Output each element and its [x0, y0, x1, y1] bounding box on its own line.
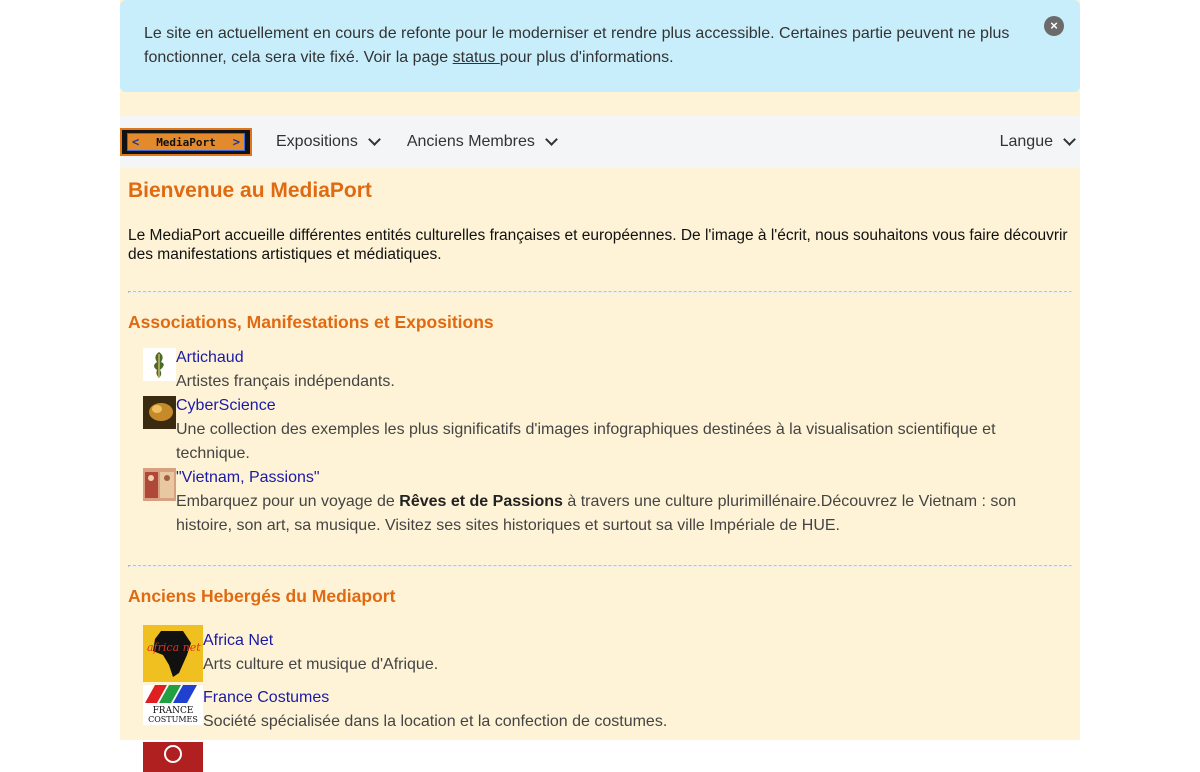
africa-net-logo-text: africa net — [147, 641, 201, 654]
associations-list: Artichaud Artistes français indépendants… — [128, 346, 1072, 538]
france-costumes-logo-text-2: COSTUMES — [148, 715, 198, 724]
nav-langue[interactable]: Langue — [999, 133, 1076, 151]
artichaud-thumbnail-icon — [143, 348, 176, 381]
vietnam-desc: Embarquez pour un voyage de Rêves et de … — [176, 490, 1072, 538]
refonte-alert: Le site en actuellement en cours de refo… — [120, 0, 1080, 92]
nav-langue-label: Langue — [999, 133, 1053, 150]
nav-expositions-label: Expositions — [276, 133, 358, 150]
cyberscience-desc: Une collection des exemples les plus sig… — [176, 421, 996, 462]
mediaport-logo[interactable]: < MediaPort > — [120, 128, 252, 156]
anciens-heberges-list: africa net Africa Net Arts culture et mu… — [128, 625, 1072, 772]
section-divider — [128, 565, 1072, 567]
chevron-down-icon — [1063, 133, 1076, 146]
list-item-france-costumes: FRANCE COSTUMES France Costumes Société … — [128, 685, 1072, 734]
main-navbar: < MediaPort > Expositions Anciens Membre… — [120, 116, 1080, 168]
africa-net-desc: Arts culture et musique d'Afrique. — [203, 656, 439, 673]
vietnam-desc-bold: Rêves et de Passions — [399, 493, 563, 510]
cyberscience-link[interactable]: CyberScience — [176, 397, 276, 414]
status-link[interactable]: status — [453, 49, 500, 66]
section-divider — [128, 291, 1072, 293]
africa-net-logo-icon: africa net — [143, 625, 203, 682]
main-content: Bienvenue au MediaPort Le MediaPort accu… — [128, 168, 1072, 772]
page-title: Bienvenue au MediaPort — [128, 179, 372, 202]
list-item-cyberscience: CyberScience Une collection des exemples… — [128, 394, 1072, 466]
alert-text-after: pour plus d'informations. — [499, 49, 674, 66]
logo-left-arrow-icon: < — [132, 135, 140, 149]
vietnam-desc-before: Embarquez pour un voyage de — [176, 493, 400, 510]
list-item-africa-net: africa net Africa Net Arts culture et mu… — [128, 625, 1072, 682]
artichaud-desc: Artistes français indépendants. — [176, 373, 395, 390]
logo-right-arrow-icon: > — [232, 135, 240, 149]
logo-text: MediaPort — [156, 135, 216, 149]
list-item-artichaud: Artichaud Artistes français indépendants… — [128, 346, 1072, 394]
list-item-partial — [128, 742, 1072, 772]
nav-expositions[interactable]: Expositions — [276, 133, 381, 151]
list-item-vietnam: "Vietnam, Passions" Embarquez pour un vo… — [128, 466, 1072, 538]
africa-net-link[interactable]: Africa Net — [203, 632, 273, 649]
close-icon[interactable]: × — [1044, 16, 1064, 36]
partial-logo-icon — [143, 742, 203, 772]
chevron-down-icon — [545, 133, 558, 146]
intro-text: Le MediaPort accueille différentes entit… — [128, 227, 1068, 263]
chevron-down-icon — [367, 133, 381, 146]
nav-anciens-membres-label: Anciens Membres — [406, 133, 535, 150]
cyberscience-thumbnail-icon — [143, 396, 176, 429]
section-title-anciens-heberges: Anciens Hebergés du Mediaport — [128, 586, 396, 606]
vietnam-link[interactable]: "Vietnam, Passions" — [176, 469, 320, 486]
france-costumes-logo-icon: FRANCE COSTUMES — [143, 685, 203, 725]
france-costumes-desc: Société spécialisée dans la location et … — [203, 713, 668, 730]
nav-anciens-membres[interactable]: Anciens Membres — [406, 133, 558, 151]
page-container: Le site en actuellement en cours de refo… — [120, 0, 1080, 772]
section-title-associations: Associations, Manifestations et Expositi… — [128, 312, 494, 332]
artichaud-link[interactable]: Artichaud — [176, 349, 244, 366]
vietnam-thumbnail-icon — [143, 468, 176, 501]
france-costumes-link[interactable]: France Costumes — [203, 689, 329, 706]
